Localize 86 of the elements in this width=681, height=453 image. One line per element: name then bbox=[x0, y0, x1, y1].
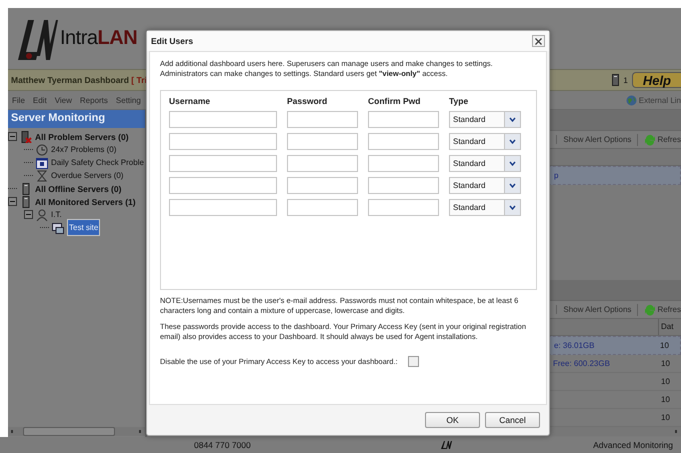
menu-item[interactable]: File bbox=[12, 96, 25, 104]
password-field[interactable] bbox=[368, 111, 439, 128]
chevron-down-icon bbox=[509, 183, 516, 188]
footer-text: Advanced Monitoring bbox=[593, 440, 673, 450]
collapse-icon[interactable] bbox=[8, 132, 17, 141]
table-cell-text: p bbox=[554, 171, 560, 180]
server-icon bbox=[612, 74, 620, 86]
logo-text: IntraLAN bbox=[60, 27, 138, 50]
refresh-icon bbox=[644, 304, 656, 316]
person-icon bbox=[36, 208, 48, 220]
password-field[interactable] bbox=[287, 177, 358, 194]
type-dropdown[interactable]: Standard bbox=[449, 177, 521, 194]
password-field[interactable] bbox=[287, 155, 358, 172]
type-dropdown[interactable]: Standard bbox=[449, 199, 521, 216]
scroll-thumb[interactable] bbox=[23, 427, 115, 436]
username-field[interactable] bbox=[169, 111, 277, 128]
password-field[interactable] bbox=[287, 199, 358, 216]
toolbar-button[interactable]: Show Alert Options bbox=[556, 135, 632, 144]
tree-item[interactable]: 24x7 Problems (0) bbox=[51, 145, 116, 154]
external-link[interactable]: External Lin bbox=[638, 96, 681, 104]
column-header: Confirm Pwd bbox=[368, 97, 422, 106]
toolbar-button[interactable]: Show Alert Options bbox=[556, 305, 632, 314]
username-field[interactable] bbox=[169, 133, 277, 150]
password-field[interactable] bbox=[368, 155, 439, 172]
ok-button[interactable]: OK bbox=[425, 412, 480, 428]
table-cell-text: e: 36.01GB bbox=[554, 341, 596, 350]
table-cell-text: 10 bbox=[660, 395, 671, 404]
column-header: Type bbox=[449, 97, 470, 106]
logo-icon bbox=[440, 440, 454, 450]
cancel-button[interactable]: Cancel bbox=[485, 412, 540, 428]
toolbar-button[interactable]: Refres bbox=[637, 304, 681, 316]
clock-icon bbox=[36, 144, 48, 156]
dialog-title: Edit Users bbox=[151, 36, 194, 46]
password-field[interactable] bbox=[287, 111, 358, 128]
chevron-down-icon bbox=[509, 117, 516, 122]
chevron-down-icon bbox=[509, 139, 516, 144]
table-cell-text: 10 bbox=[660, 377, 671, 386]
tree-item[interactable]: All Problem Servers (0) bbox=[35, 132, 129, 142]
chevron-down-icon bbox=[509, 161, 516, 166]
menu-item[interactable]: Edit bbox=[32, 96, 47, 104]
username-field[interactable] bbox=[169, 199, 277, 216]
type-dropdown[interactable]: Standard bbox=[449, 133, 521, 150]
collapse-icon[interactable] bbox=[8, 197, 17, 206]
table-cell-text: 10 bbox=[660, 413, 671, 422]
menu-item[interactable]: Reports bbox=[80, 96, 108, 104]
column-header: Dat bbox=[658, 319, 681, 335]
computer-icon bbox=[52, 222, 64, 234]
tree-item[interactable]: I.T. bbox=[51, 210, 62, 219]
chevron-down-icon bbox=[509, 205, 516, 210]
tree-item[interactable]: Overdue Servers (0) bbox=[51, 171, 124, 180]
tree-item[interactable]: Test site bbox=[67, 219, 100, 236]
globe-icon bbox=[626, 94, 637, 106]
username-field[interactable] bbox=[169, 155, 277, 172]
table-cell-text: 10 bbox=[660, 359, 671, 368]
tree-item[interactable]: All Monitored Servers (1) bbox=[35, 196, 136, 206]
column-header: Password bbox=[287, 97, 328, 106]
sidebar-title: Server Monitoring bbox=[8, 110, 145, 128]
server-alert-icon bbox=[20, 130, 32, 142]
tree-item[interactable]: All Offline Servers (0) bbox=[35, 184, 122, 194]
toolbar-button[interactable]: Refres bbox=[637, 134, 681, 146]
type-dropdown[interactable]: Standard bbox=[449, 155, 521, 172]
collapse-icon[interactable] bbox=[24, 210, 33, 219]
password-field[interactable] bbox=[368, 133, 439, 150]
password-field[interactable] bbox=[368, 177, 439, 194]
checkbox[interactable] bbox=[408, 356, 419, 367]
close-icon bbox=[535, 38, 542, 44]
hourglass-icon bbox=[36, 170, 48, 182]
server-count: 1 bbox=[623, 76, 628, 84]
help-button[interactable]: Help bbox=[632, 72, 681, 88]
table-cell-text: 10 bbox=[659, 341, 670, 350]
server-icon bbox=[20, 196, 32, 208]
menu-item[interactable]: Setting bbox=[116, 96, 141, 104]
close-button[interactable] bbox=[532, 35, 545, 47]
username-field[interactable] bbox=[169, 177, 277, 194]
table-cell-text: Free: 600.23GB bbox=[553, 359, 611, 368]
password-field[interactable] bbox=[368, 199, 439, 216]
menu-item[interactable]: View bbox=[54, 96, 72, 104]
refresh-icon bbox=[644, 134, 656, 146]
column-header: Username bbox=[169, 97, 212, 106]
calendar-icon bbox=[36, 156, 48, 168]
password-field[interactable] bbox=[287, 133, 358, 150]
scrollbar[interactable] bbox=[8, 427, 145, 436]
server-icon bbox=[20, 182, 32, 194]
tree-item[interactable]: Daily Safety Check Proble bbox=[51, 158, 144, 167]
phone-number: 0844 770 7000 bbox=[194, 440, 252, 450]
type-dropdown[interactable]: Standard bbox=[449, 111, 521, 128]
